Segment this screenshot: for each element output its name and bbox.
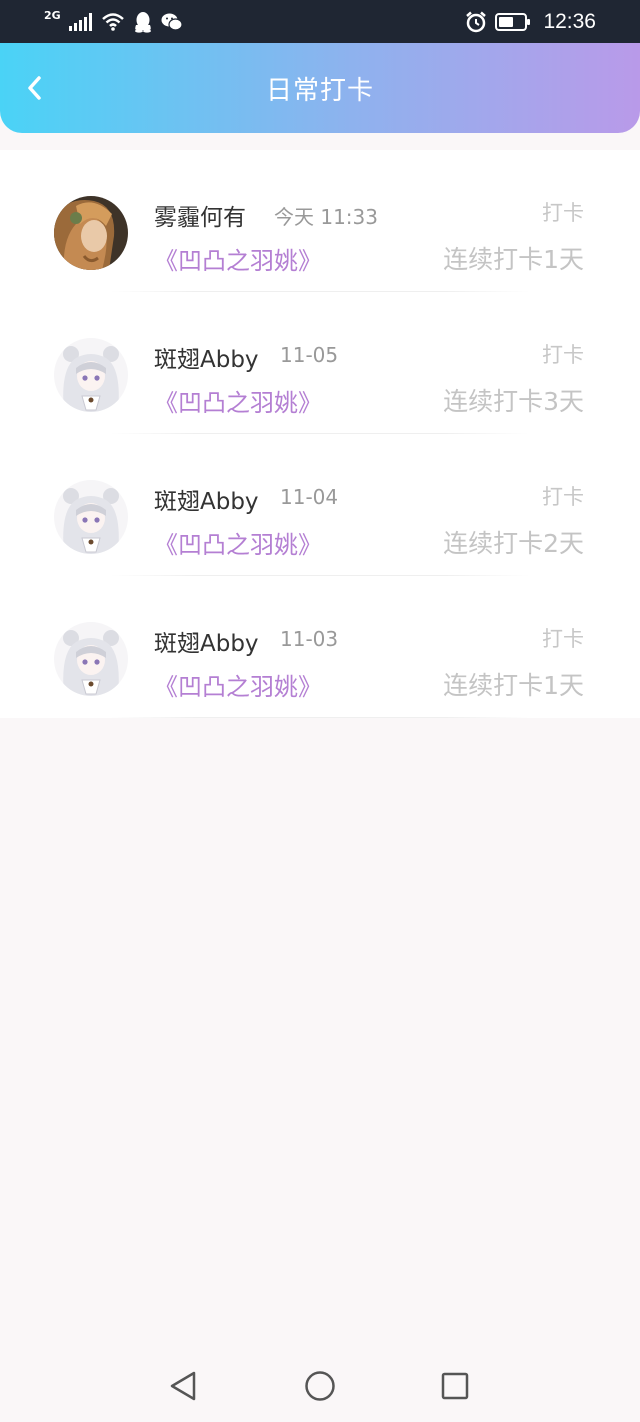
status-right: 12:36 [465,10,596,34]
avatar-white-hair-icon [54,622,128,696]
screen: 2G 12:36 日常打卡 雾霾何有 今天 11:33 打卡 《凹凸之羽姚》 连… [0,0,640,1422]
avatar-white-hair-icon [54,480,128,554]
avatar-golden-hair-icon [54,196,128,270]
clock: 12:36 [543,9,596,33]
book-title[interactable]: 《凹凸之羽姚》 [154,525,322,560]
alarm-icon [465,11,487,33]
checkin-item[interactable]: 斑翅Abby 11-03 打卡 《凹凸之羽姚》 连续打卡1天 [0,576,640,718]
battery-icon [495,12,531,32]
system-nav-bar [0,1350,640,1422]
status-left: 2G [44,9,183,33]
checkin-streak: 连续打卡1天 [443,671,584,700]
user-name[interactable]: 雾霾何有 [154,198,246,232]
checkin-time: 11-04 [280,485,339,509]
nav-back-button[interactable] [166,1368,202,1404]
triangle-back-icon [170,1371,196,1401]
circle-home-icon [305,1371,335,1401]
back-arrow-icon [28,76,41,100]
nav-recents-button[interactable] [437,1368,473,1404]
status-bar: 2G 12:36 [0,0,640,43]
checkin-action-label: 打卡 [542,485,584,509]
qq-icon [133,11,153,33]
checkin-streak: 连续打卡3天 [443,387,584,416]
checkin-list: 雾霾何有 今天 11:33 打卡 《凹凸之羽姚》 连续打卡1天 斑翅Abby 1… [0,150,640,718]
avatar[interactable] [54,622,128,696]
avatar[interactable] [54,196,128,270]
wechat-icon [161,12,183,32]
avatar[interactable] [54,338,128,412]
checkin-item[interactable]: 雾霾何有 今天 11:33 打卡 《凹凸之羽姚》 连续打卡1天 [0,150,640,292]
checkin-item[interactable]: 斑翅Abby 11-04 打卡 《凹凸之羽姚》 连续打卡2天 [0,434,640,576]
header-bar: 日常打卡 [0,43,640,133]
avatar-white-hair-icon [54,338,128,412]
avatar[interactable] [54,480,128,554]
user-name[interactable]: 斑翅Abby [154,340,259,374]
checkin-time: 11-03 [280,627,339,651]
square-recents-icon [441,1372,469,1400]
nav-home-button[interactable] [302,1368,338,1404]
book-title[interactable]: 《凹凸之羽姚》 [154,241,322,276]
checkin-action-label: 打卡 [542,201,584,225]
checkin-action-label: 打卡 [542,343,584,367]
checkin-streak: 连续打卡2天 [443,529,584,558]
checkin-streak: 连续打卡1天 [443,245,584,274]
signal-icon [68,12,93,31]
network-type: 2G [44,9,61,22]
back-button[interactable] [20,73,48,103]
book-title[interactable]: 《凹凸之羽姚》 [154,383,322,418]
checkin-time: 11-05 [280,343,339,367]
book-title[interactable]: 《凹凸之羽姚》 [154,667,322,702]
user-name[interactable]: 斑翅Abby [154,624,259,658]
checkin-item[interactable]: 斑翅Abby 11-05 打卡 《凹凸之羽姚》 连续打卡3天 [0,292,640,434]
user-name[interactable]: 斑翅Abby [154,482,259,516]
divider [110,717,530,718]
checkin-action-label: 打卡 [542,627,584,651]
page-title: 日常打卡 [265,75,374,106]
checkin-time: 今天 11:33 [274,205,378,229]
wifi-icon [101,12,125,31]
